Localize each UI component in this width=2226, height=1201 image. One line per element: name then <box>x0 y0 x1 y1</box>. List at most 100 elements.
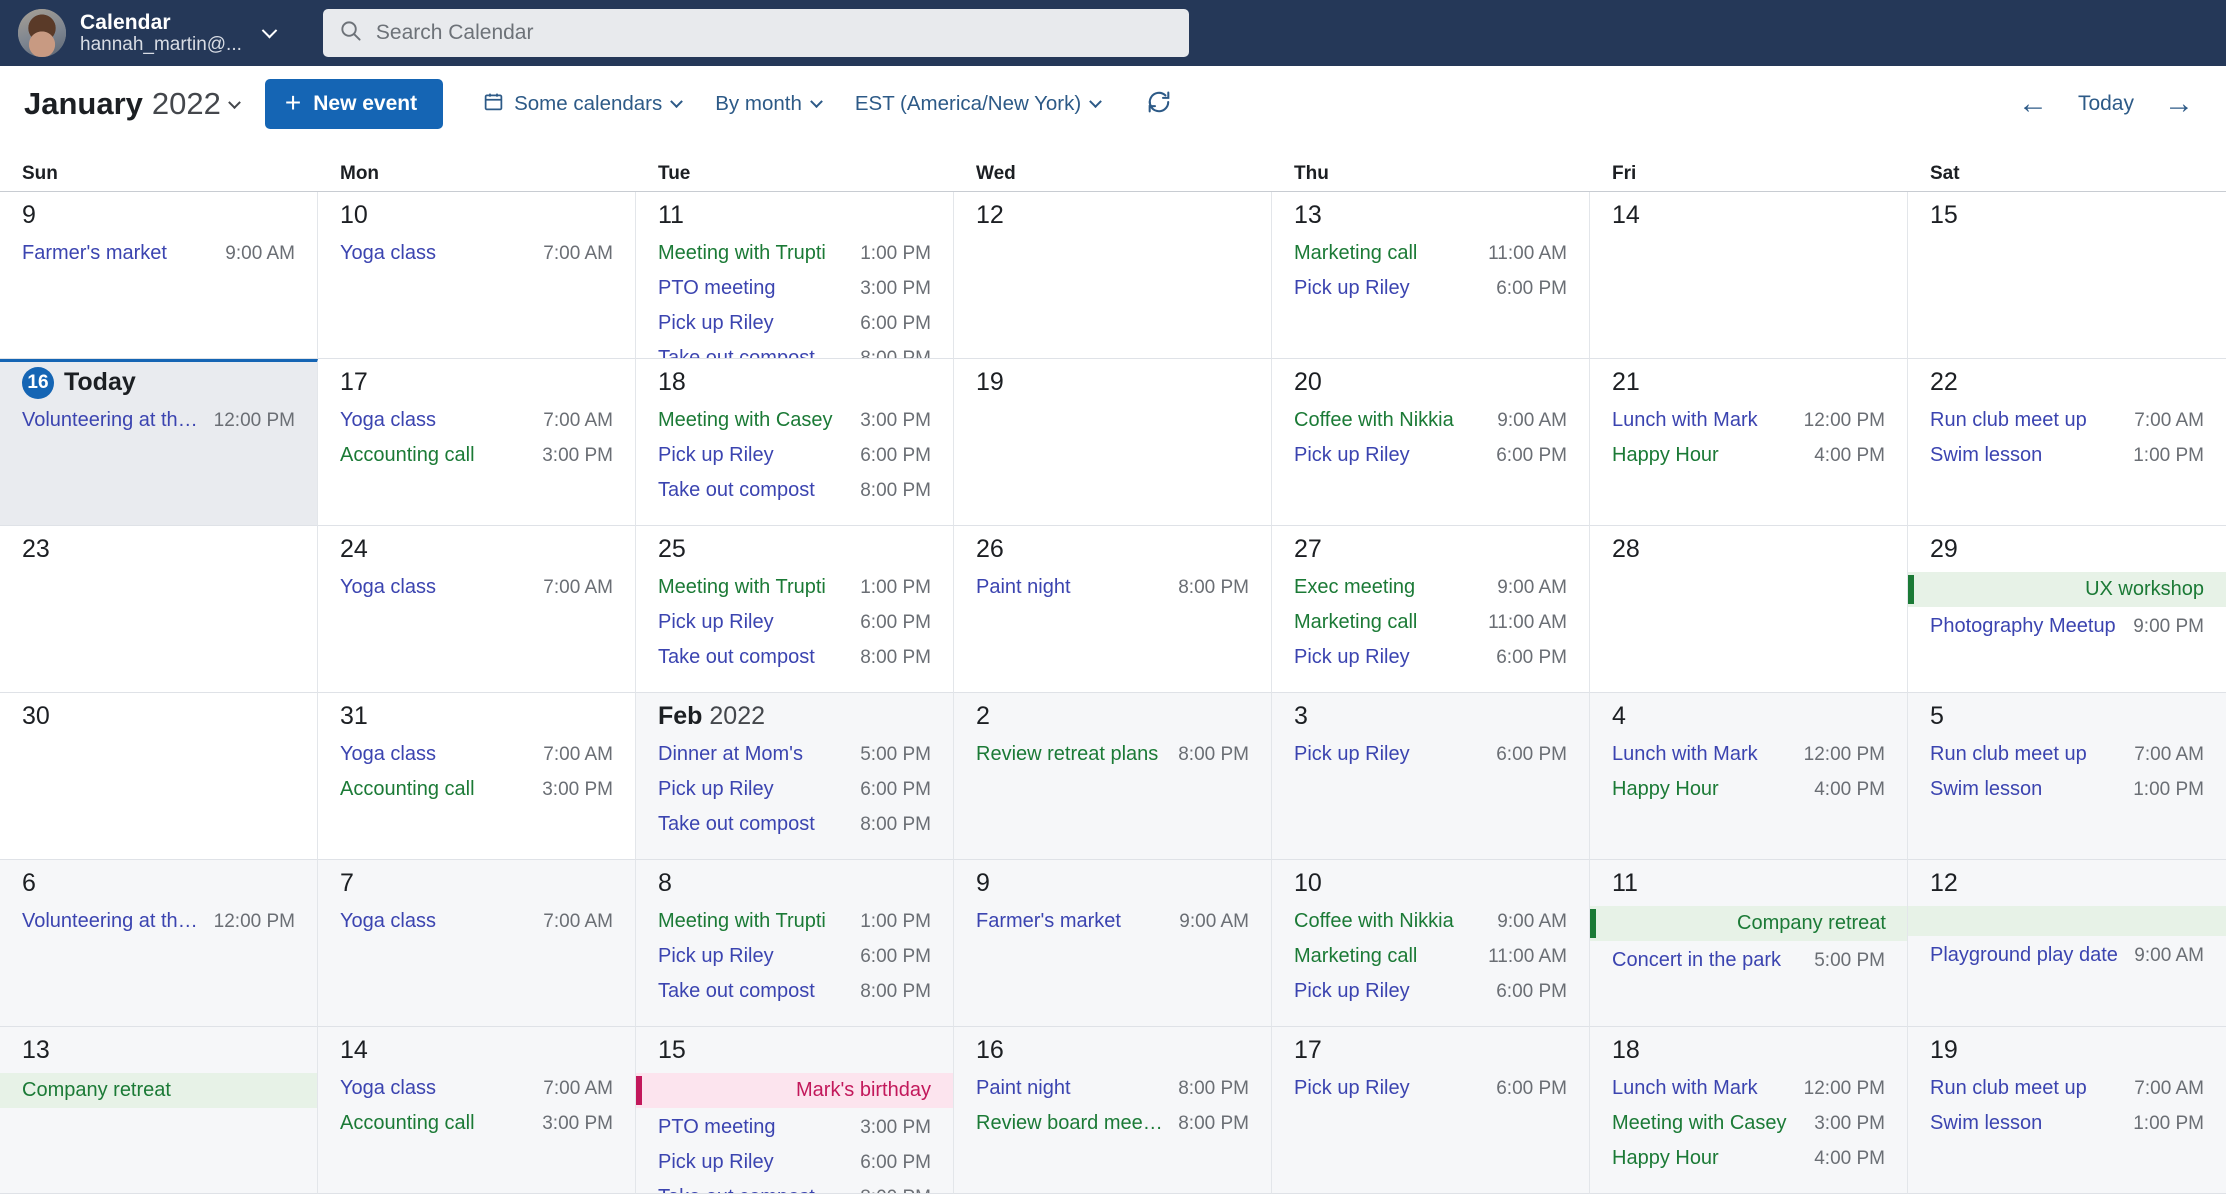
calendar-event[interactable]: Coffee with Nikkia 9:00 AM <box>1272 403 1589 438</box>
calendar-event[interactable]: Farmer's market 9:00 AM <box>0 236 317 271</box>
day-cell[interactable]: 20 Coffee with Nikkia 9:00 AM Pick up Riley… <box>1272 359 1590 526</box>
day-cell[interactable]: 4 Lunch with Mark 12:00 PM Happy Hour 4:00 P… <box>1590 693 1908 860</box>
calendar-event[interactable]: Pick up Riley 6:00 PM <box>1272 737 1589 772</box>
calendar-event[interactable]: Yoga class 7:00 AM <box>318 570 635 605</box>
day-cell[interactable]: 10 Yoga class 7:00 AM <box>318 192 636 359</box>
calendar-event[interactable]: Marketing call 11:00 AM <box>1272 236 1589 271</box>
calendar-event[interactable]: Pick up Riley 6:00 PM <box>1272 640 1589 675</box>
calendar-event[interactable]: Pick up Riley 6:00 PM <box>1272 271 1589 306</box>
day-cell[interactable]: 27 Exec meeting 9:00 AM Marketing call 11:00… <box>1272 526 1590 693</box>
chevron-down-icon[interactable] <box>228 96 241 115</box>
day-cell[interactable]: 9 Farmer's market 9:00 AM <box>0 192 318 359</box>
day-cell[interactable]: 6 Volunteering at the p... 12:00 PM <box>0 860 318 1027</box>
day-cell[interactable]: 14 <box>1590 192 1908 359</box>
calendar-event[interactable]: Volunteering at the p... 12:00 PM <box>0 904 317 939</box>
calendar-event[interactable]: Swim lesson 1:00 PM <box>1908 1106 2226 1141</box>
refresh-button[interactable] <box>1140 83 1178 126</box>
calendar-event[interactable]: Pick up Riley 6:00 PM <box>1272 1071 1589 1106</box>
timezone-button[interactable]: EST (America/New York) <box>845 86 1110 122</box>
day-cell[interactable]: 13 Marketing call 11:00 AM Pick up Riley 6:0… <box>1272 192 1590 359</box>
day-cell[interactable]: 18 Meeting with Casey 3:00 PM Pick up Riley… <box>636 359 954 526</box>
calendar-event[interactable]: Happy Hour 4:00 PM <box>1590 772 1907 807</box>
day-cell[interactable]: 19 Run club meet up 7:00 AM Swim lesson 1:00… <box>1908 1027 2226 1194</box>
calendar-event[interactable]: Coffee with Nikkia 9:00 AM <box>1272 904 1589 939</box>
calendar-event[interactable]: Lunch with Mark 12:00 PM <box>1590 737 1907 772</box>
calendar-event[interactable]: Take out compost 8:00 PM <box>636 807 953 842</box>
day-cell[interactable]: 16 Today Volunteering at the p... 12:00 PM <box>0 359 318 526</box>
calendar-event[interactable]: PTO meeting 3:00 PM <box>636 271 953 306</box>
calendar-event[interactable]: Pick up Riley 6:00 PM <box>1272 438 1589 473</box>
calendar-event[interactable]: Happy Hour 4:00 PM <box>1590 438 1907 473</box>
calendar-event[interactable]: Exec meeting 9:00 AM <box>1272 570 1589 605</box>
calendar-event[interactable]: Yoga class 7:00 AM <box>318 236 635 271</box>
calendar-event[interactable]: Swim lesson 1:00 PM <box>1908 772 2226 807</box>
calendar-event[interactable]: Paint night 8:00 PM <box>954 570 1271 605</box>
calendar-event[interactable]: Pick up Riley 6:00 PM <box>1272 974 1589 1009</box>
chevron-down-icon[interactable] <box>261 22 278 43</box>
day-cell[interactable]: 12 Playground play date 9:00 AM <box>1908 860 2226 1027</box>
day-cell[interactable]: 23 <box>0 526 318 693</box>
calendar-event[interactable]: Review retreat plans 8:00 PM <box>954 737 1271 772</box>
calendar-event[interactable]: Marketing call 11:00 AM <box>1272 939 1589 974</box>
calendar-event[interactable]: PTO meeting 3:00 PM <box>636 1110 953 1145</box>
calendar-event[interactable]: Lunch with Mark 12:00 PM <box>1590 403 1907 438</box>
day-cell[interactable]: 24 Yoga class 7:00 AM <box>318 526 636 693</box>
calendar-event[interactable]: Run club meet up 7:00 AM <box>1908 737 2226 772</box>
day-cell[interactable]: 13 Company retreat <box>0 1027 318 1194</box>
day-cell[interactable]: 25 Meeting with Trupti 1:00 PM Pick up Rile… <box>636 526 954 693</box>
calendar-event[interactable]: Volunteering at the p... 12:00 PM <box>0 403 317 438</box>
calendar-event[interactable]: Photography Meetup 9:00 PM <box>1908 609 2226 644</box>
today-button[interactable]: Today <box>2078 92 2134 116</box>
day-cell[interactable]: 31 Yoga class 7:00 AM Accounting call 3:00 P… <box>318 693 636 860</box>
calendar-event[interactable]: Meeting with Trupti 1:00 PM <box>636 570 953 605</box>
calendar-event[interactable]: Concert in the park 5:00 PM <box>1590 943 1907 978</box>
calendar-event[interactable]: Take out compost 8:00 PM <box>636 473 953 508</box>
search-box[interactable] <box>322 9 1189 57</box>
calendars-filter-button[interactable]: Some calendars <box>473 85 691 124</box>
calendar-event[interactable]: Accounting call 3:00 PM <box>318 1106 635 1141</box>
account-switcher[interactable]: Calendar hannah_martin@... <box>18 9 281 57</box>
day-cell[interactable]: 12 <box>954 192 1272 359</box>
calendar-event[interactable]: Mark's birthday <box>636 1073 953 1108</box>
calendar-event[interactable]: Farmer's market 9:00 AM <box>954 904 1271 939</box>
month-selector[interactable]: January 2022 <box>24 86 241 122</box>
day-cell[interactable]: 29 UX workshop Photography Meetup 9:00 PM <box>1908 526 2226 693</box>
calendar-event[interactable]: Marketing call 11:00 AM <box>1272 605 1589 640</box>
calendar-event[interactable]: Take out compost 8:00 PM <box>636 341 953 358</box>
view-mode-button[interactable]: By month <box>705 86 831 122</box>
calendar-event[interactable]: Accounting call 3:00 PM <box>318 438 635 473</box>
calendar-event[interactable]: Dinner at Mom's 5:00 PM <box>636 737 953 772</box>
day-cell[interactable]: 5 Run club meet up 7:00 AM Swim lesson 1:00 … <box>1908 693 2226 860</box>
calendar-event[interactable]: Review board meetin... 8:00 PM <box>954 1106 1271 1141</box>
search-input[interactable] <box>375 21 1173 45</box>
calendar-event[interactable]: Pick up Riley 6:00 PM <box>636 306 953 341</box>
previous-period-button[interactable]: ← <box>2018 89 2048 119</box>
day-cell[interactable]: 15 <box>1908 192 2226 359</box>
calendar-event[interactable]: Take out compost 8:00 PM <box>636 974 953 1009</box>
day-cell[interactable]: 11 Company retreat Concert in the park 5:00… <box>1590 860 1908 1027</box>
calendar-event[interactable]: Company retreat <box>1590 906 1907 941</box>
calendar-event[interactable]: Yoga class 7:00 AM <box>318 904 635 939</box>
calendar-event[interactable]: Meeting with Casey 3:00 PM <box>1590 1106 1907 1141</box>
calendar-event[interactable]: Swim lesson 1:00 PM <box>1908 438 2226 473</box>
calendar-event[interactable]: Meeting with Trupti 1:00 PM <box>636 904 953 939</box>
day-cell[interactable]: 8 Meeting with Trupti 1:00 PM Pick up Riley… <box>636 860 954 1027</box>
day-cell[interactable]: 7 Yoga class 7:00 AM <box>318 860 636 1027</box>
day-cell[interactable]: 11 Meeting with Trupti 1:00 PM PTO meeting 3… <box>636 192 954 359</box>
calendar-event[interactable]: Playground play date 9:00 AM <box>1908 938 2226 973</box>
new-event-button[interactable]: + New event <box>264 79 444 129</box>
day-cell[interactable]: 3 Pick up Riley 6:00 PM <box>1272 693 1590 860</box>
calendar-event[interactable]: Yoga class 7:00 AM <box>318 1071 635 1106</box>
calendar-event[interactable]: Paint night 8:00 PM <box>954 1071 1271 1106</box>
day-cell[interactable]: 14 Yoga class 7:00 AM Accounting call 3:00 P… <box>318 1027 636 1194</box>
day-cell[interactable]: Feb 2022 Dinner at Mom's 5:00 PM Pick up Ri… <box>636 693 954 860</box>
day-cell[interactable]: 26 Paint night 8:00 PM <box>954 526 1272 693</box>
calendar-event[interactable]: Run club meet up 7:00 AM <box>1908 1071 2226 1106</box>
calendar-event[interactable]: UX workshop <box>1908 572 2226 607</box>
day-cell[interactable]: 16 Paint night 8:00 PM Review board meetin.… <box>954 1027 1272 1194</box>
day-cell[interactable]: 19 <box>954 359 1272 526</box>
calendar-event[interactable]: Pick up Riley 6:00 PM <box>636 772 953 807</box>
day-cell[interactable]: 2 Review retreat plans 8:00 PM <box>954 693 1272 860</box>
day-cell[interactable]: 28 <box>1590 526 1908 693</box>
day-cell[interactable]: 22 Run club meet up 7:00 AM Swim lesson 1:00… <box>1908 359 2226 526</box>
